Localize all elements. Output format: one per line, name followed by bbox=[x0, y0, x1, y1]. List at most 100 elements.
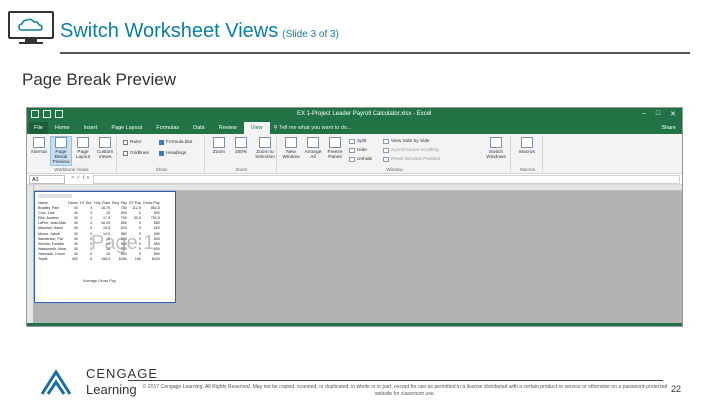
cengage-logo-icon bbox=[40, 369, 72, 395]
footer-divider bbox=[128, 380, 663, 381]
checkbox-icon bbox=[123, 151, 128, 156]
tab-insert[interactable]: Insert bbox=[77, 122, 105, 134]
freeze-panes-button[interactable]: Freeze Panes bbox=[325, 137, 345, 160]
window-title: EX 1-Project Leader Payroll Calculator.x… bbox=[297, 111, 432, 117]
page-layout-view-button[interactable]: Page Layout bbox=[73, 137, 93, 160]
split-button[interactable]: Split bbox=[349, 139, 366, 144]
tab-file[interactable]: File bbox=[29, 122, 48, 134]
checkbox-checked-icon bbox=[159, 151, 164, 156]
tab-home[interactable]: Home bbox=[48, 122, 77, 134]
tab-data[interactable]: Data bbox=[186, 122, 212, 134]
headings-checkbox[interactable]: Headings bbox=[159, 151, 186, 156]
quick-access-toolbar bbox=[31, 110, 63, 118]
table-cell: 6425 bbox=[151, 257, 160, 262]
tab-view[interactable]: View bbox=[243, 122, 270, 134]
group-window: New Window Arrange All Freeze Panes Spli… bbox=[279, 136, 511, 172]
arrange-all-button[interactable]: Arrange All bbox=[303, 137, 323, 160]
freeze-panes-icon bbox=[329, 137, 341, 148]
monitor-cloud-icon bbox=[8, 11, 54, 44]
excel-window: EX 1-Project Leader Payroll Calculator.x… bbox=[26, 107, 683, 327]
row-headers[interactable] bbox=[27, 185, 34, 326]
group-label-zoom: Zoom bbox=[235, 167, 248, 172]
macros-button[interactable]: Macros bbox=[517, 137, 537, 155]
restore-icon[interactable]: □ bbox=[656, 110, 660, 118]
print-page-area[interactable]: Name Hours OT Hrs. Hrly. Rate Reg. Pay OT Pay… bbox=[34, 191, 176, 303]
arrange-all-icon bbox=[307, 137, 319, 148]
table-cell: Totals bbox=[38, 257, 48, 262]
fx-icon[interactable]: fx bbox=[83, 175, 91, 181]
selected-cell-band bbox=[38, 194, 72, 198]
table-cell: 6260 bbox=[118, 257, 127, 262]
side-by-side-icon bbox=[383, 139, 389, 144]
sync-scroll-icon bbox=[383, 148, 389, 153]
page-number: 22 bbox=[671, 384, 682, 394]
ruler-checkbox[interactable]: Ruler bbox=[123, 140, 141, 145]
formula-bar: A1 ×✓fx bbox=[27, 174, 682, 185]
new-window-button[interactable]: New Window bbox=[281, 137, 301, 160]
tell-me-box[interactable]: ⚲ Tell me what you want to do... bbox=[270, 125, 352, 131]
split-icon bbox=[349, 139, 355, 144]
save-icon[interactable] bbox=[31, 110, 39, 118]
zoom-to-selection-button[interactable]: Zoom to Selection bbox=[253, 137, 277, 160]
name-box[interactable]: A1 bbox=[29, 175, 65, 184]
custom-views-button[interactable]: Custom Views bbox=[95, 137, 115, 160]
enter-icon[interactable]: ✓ bbox=[76, 175, 83, 181]
logo-text-cengage: CENGAGE bbox=[86, 366, 159, 381]
zoom-selection-icon bbox=[259, 137, 271, 148]
macros-icon bbox=[521, 137, 533, 148]
undo-icon[interactable] bbox=[43, 110, 51, 118]
hide-button[interactable]: Hide bbox=[349, 148, 367, 153]
payroll-table: Name Hours OT Hrs. Hrly. Rate Reg. Pay OT Pay… bbox=[37, 201, 161, 262]
share-button[interactable]: Share bbox=[661, 125, 676, 131]
table-cell: 156.5 bbox=[101, 257, 110, 262]
unhide-button[interactable]: Unhide bbox=[349, 157, 372, 162]
table-row: Totals 400 6 156.5 6260 165 6425 bbox=[37, 257, 161, 262]
switch-windows-icon bbox=[490, 137, 502, 148]
table-cell: 6 bbox=[90, 257, 93, 262]
zoom-100-icon bbox=[235, 137, 247, 148]
formula-bar-checkbox[interactable]: Formula Bar bbox=[159, 140, 192, 145]
group-label-workbook-views: Workbook Views bbox=[54, 167, 89, 172]
unhide-icon bbox=[349, 157, 355, 162]
ribbon-view: Normal Page Break Preview Page Layout Cu… bbox=[27, 134, 682, 174]
zoom-button[interactable]: Zoom bbox=[209, 137, 229, 155]
page-layout-icon bbox=[77, 137, 89, 148]
tab-page-layout[interactable]: Page Layout bbox=[104, 122, 149, 134]
normal-view-icon bbox=[33, 137, 45, 148]
minimize-icon[interactable]: – bbox=[642, 110, 646, 118]
chart-caption: Average Gross Pay bbox=[83, 279, 116, 283]
view-side-by-side-button[interactable]: View Side by Side bbox=[383, 139, 430, 144]
redo-icon[interactable] bbox=[55, 110, 63, 118]
table-cell: 400 bbox=[71, 257, 78, 262]
slide-subtitle: Page Break Preview bbox=[22, 70, 177, 89]
slide-title-suffix: (Slide 3 of 3) bbox=[282, 29, 339, 40]
normal-view-button[interactable]: Normal bbox=[29, 137, 49, 155]
group-label-macros: Macros bbox=[519, 167, 536, 172]
table-cell: Marshall, Hazel bbox=[38, 226, 63, 231]
reset-window-position-button[interactable]: Reset Window Position bbox=[383, 157, 440, 162]
table-cell: 165 bbox=[134, 257, 141, 262]
ribbon-tabs: File Home Insert Page Layout Formulas Da… bbox=[27, 122, 682, 134]
tab-review[interactable]: Review bbox=[212, 122, 244, 134]
custom-views-icon bbox=[99, 137, 111, 148]
zoom-100-button[interactable]: 100% bbox=[231, 137, 251, 155]
status-bar bbox=[27, 323, 682, 326]
group-workbook-views: Normal Page Break Preview Page Layout Cu… bbox=[27, 136, 117, 172]
logo-text-learning: Learning bbox=[86, 382, 137, 397]
tab-formulas[interactable]: Formulas bbox=[149, 122, 186, 134]
formula-input[interactable] bbox=[93, 175, 680, 184]
gridlines-checkbox[interactable]: Gridlines bbox=[123, 151, 149, 156]
hide-icon bbox=[349, 148, 355, 153]
page-break-icon bbox=[55, 137, 67, 148]
slide-title: Switch Worksheet Views (Slide 3 of 3) bbox=[60, 20, 339, 42]
new-window-icon bbox=[285, 137, 297, 148]
synchronous-scrolling-button[interactable]: Synchronous Scrolling bbox=[383, 148, 439, 153]
switch-windows-button[interactable]: Switch Windows bbox=[483, 137, 509, 160]
magnifier-icon bbox=[213, 137, 225, 148]
close-icon[interactable]: ✕ bbox=[670, 110, 676, 118]
group-zoom: Zoom 100% Zoom to Selection Zoom bbox=[207, 136, 277, 172]
worksheet-area[interactable]: Name Hours OT Hrs. Hrly. Rate Reg. Pay OT Pay… bbox=[27, 185, 682, 326]
excel-titlebar: EX 1-Project Leader Payroll Calculator.x… bbox=[27, 108, 682, 122]
page-break-preview-button[interactable]: Page Break Preview bbox=[50, 136, 72, 166]
checkbox-checked-icon bbox=[159, 140, 164, 145]
